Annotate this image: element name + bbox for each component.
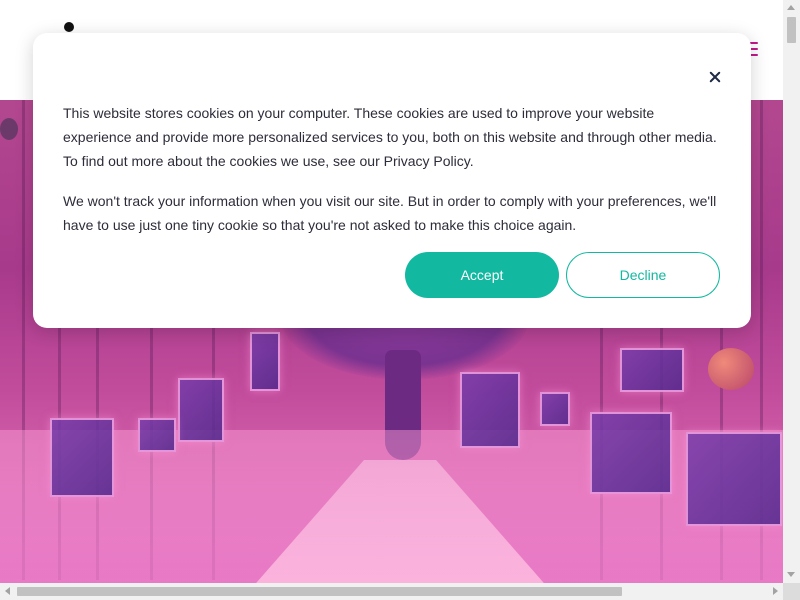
scroll-up-arrow-icon[interactable]	[787, 5, 795, 10]
scroll-down-arrow-icon[interactable]	[787, 572, 795, 577]
logo-icon[interactable]	[64, 22, 74, 32]
privacy-policy-link[interactable]: Privacy Policy	[384, 153, 470, 169]
horizontal-scrollbar[interactable]	[0, 583, 783, 600]
scroll-left-arrow-icon[interactable]	[5, 587, 10, 595]
vertical-scrollbar[interactable]	[783, 0, 800, 583]
close-icon[interactable]	[705, 67, 725, 87]
scroll-right-arrow-icon[interactable]	[773, 587, 778, 595]
cookie-description: This website stores cookies on your comp…	[63, 101, 723, 173]
cookie-tracking-notice: We won't track your information when you…	[63, 193, 717, 233]
cookie-consent-dialog: This website stores cookies on your comp…	[33, 33, 751, 328]
decline-button[interactable]: Decline	[566, 252, 720, 298]
horizontal-scroll-thumb[interactable]	[17, 587, 622, 596]
accept-button[interactable]: Accept	[405, 252, 559, 298]
scrollbar-corner	[783, 583, 800, 600]
cookie-description-end: .	[469, 153, 474, 169]
vertical-scroll-thumb[interactable]	[787, 17, 796, 43]
